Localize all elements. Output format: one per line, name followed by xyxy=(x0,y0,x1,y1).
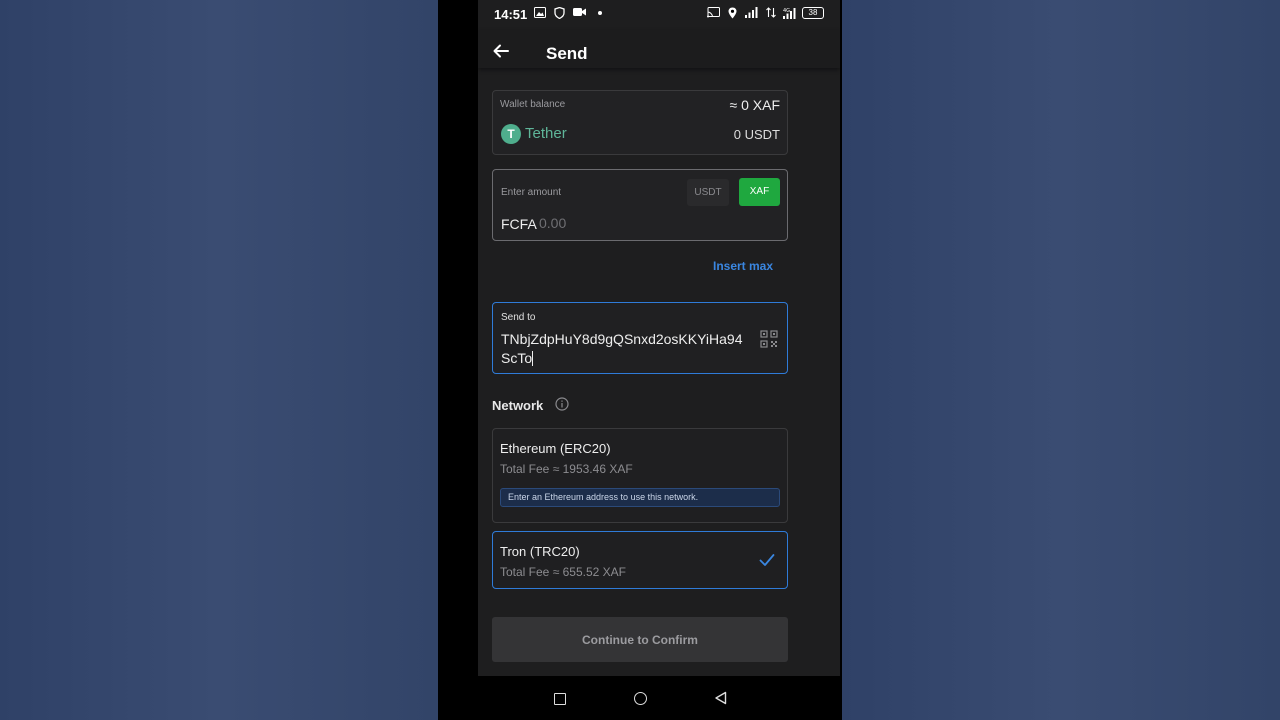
signal-4g-icon: 4G xyxy=(783,7,796,19)
unit-xaf-button[interactable]: XAF xyxy=(739,178,780,206)
backdrop-left xyxy=(0,0,438,720)
send-to-address: TNbjZdpHuY8d9gQSnxd2osKKYiHa94ScTo xyxy=(501,331,743,366)
status-time: 14:51 xyxy=(494,7,528,22)
network-warning: Enter an Ethereum address to use this ne… xyxy=(500,488,780,507)
phone-frame: 14:51 4G 38 Send Wallet balance ≈ 0 XAF … xyxy=(438,0,842,720)
cast-icon xyxy=(707,7,720,19)
qr-scan-button[interactable] xyxy=(760,330,778,348)
shield-icon xyxy=(553,6,566,20)
unit-usdt-button[interactable]: USDT xyxy=(687,179,729,206)
triangle-back-icon xyxy=(715,691,727,705)
status-left-icons xyxy=(533,6,606,20)
network-name: Ethereum (ERC20) xyxy=(500,441,611,456)
back-button[interactable] xyxy=(492,42,512,62)
qr-code-icon xyxy=(760,330,778,348)
network-option-tron[interactable]: Tron (TRC20) Total Fee ≈ 655.52 XAF xyxy=(492,531,788,589)
android-nav-bar xyxy=(438,676,842,720)
amount-input[interactable] xyxy=(539,213,739,233)
network-heading: Network xyxy=(492,398,544,413)
signal-icon xyxy=(745,7,758,19)
home-button[interactable] xyxy=(634,692,647,705)
recent-apps-button[interactable] xyxy=(554,693,566,705)
token-balance: 0 USDT xyxy=(733,127,780,142)
token-name: Tether xyxy=(525,125,567,142)
video-camera-icon xyxy=(573,7,586,19)
send-to-address-input[interactable]: TNbjZdpHuY8d9gQSnxd2osKKYiHa94ScTo xyxy=(501,330,751,368)
app-header: Send xyxy=(478,30,840,68)
wallet-balance-card: Wallet balance ≈ 0 XAF T Tether 0 USDT xyxy=(492,90,788,155)
wallet-fiat-balance: ≈ 0 XAF xyxy=(729,97,780,113)
gallery-icon xyxy=(533,7,546,19)
page-title: Send xyxy=(546,44,588,63)
status-bar: 14:51 4G 38 xyxy=(478,0,840,30)
network-fee: Total Fee ≈ 1953.46 XAF xyxy=(500,462,633,476)
continue-to-confirm-button[interactable]: Continue to Confirm xyxy=(492,617,788,662)
svg-text:4G: 4G xyxy=(783,8,790,14)
send-to-label: Send to xyxy=(501,312,536,323)
notification-dot-icon xyxy=(593,7,606,19)
network-info-button[interactable] xyxy=(555,397,569,411)
currency-prefix: FCFA xyxy=(501,216,537,232)
text-caret xyxy=(532,351,534,366)
data-transfer-icon xyxy=(764,7,777,19)
system-back-button[interactable] xyxy=(714,691,728,705)
send-to-field[interactable]: Send to TNbjZdpHuY8d9gQSnxd2osKKYiHa94Sc… xyxy=(492,302,788,374)
arrow-left-icon xyxy=(493,44,509,58)
tether-icon: T xyxy=(501,124,521,144)
info-icon xyxy=(555,397,569,411)
amount-label: Enter amount xyxy=(501,187,562,198)
location-icon xyxy=(726,7,739,19)
app-screen: 14:51 4G 38 Send Wallet balance ≈ 0 XAF … xyxy=(478,0,840,676)
status-right-icons: 4G 38 xyxy=(707,7,824,19)
network-option-ethereum[interactable]: Ethereum (ERC20) Total Fee ≈ 1953.46 XAF… xyxy=(492,428,788,523)
insert-max-link[interactable]: Insert max xyxy=(713,259,773,273)
wallet-balance-label: Wallet balance xyxy=(500,99,566,110)
amount-card: Enter amount USDT XAF FCFA xyxy=(492,169,788,241)
checkmark-icon xyxy=(759,554,775,566)
battery-icon: 38 xyxy=(802,7,824,19)
network-name: Tron (TRC20) xyxy=(500,544,580,559)
network-fee: Total Fee ≈ 655.52 XAF xyxy=(500,565,626,579)
backdrop-right xyxy=(842,0,1280,720)
